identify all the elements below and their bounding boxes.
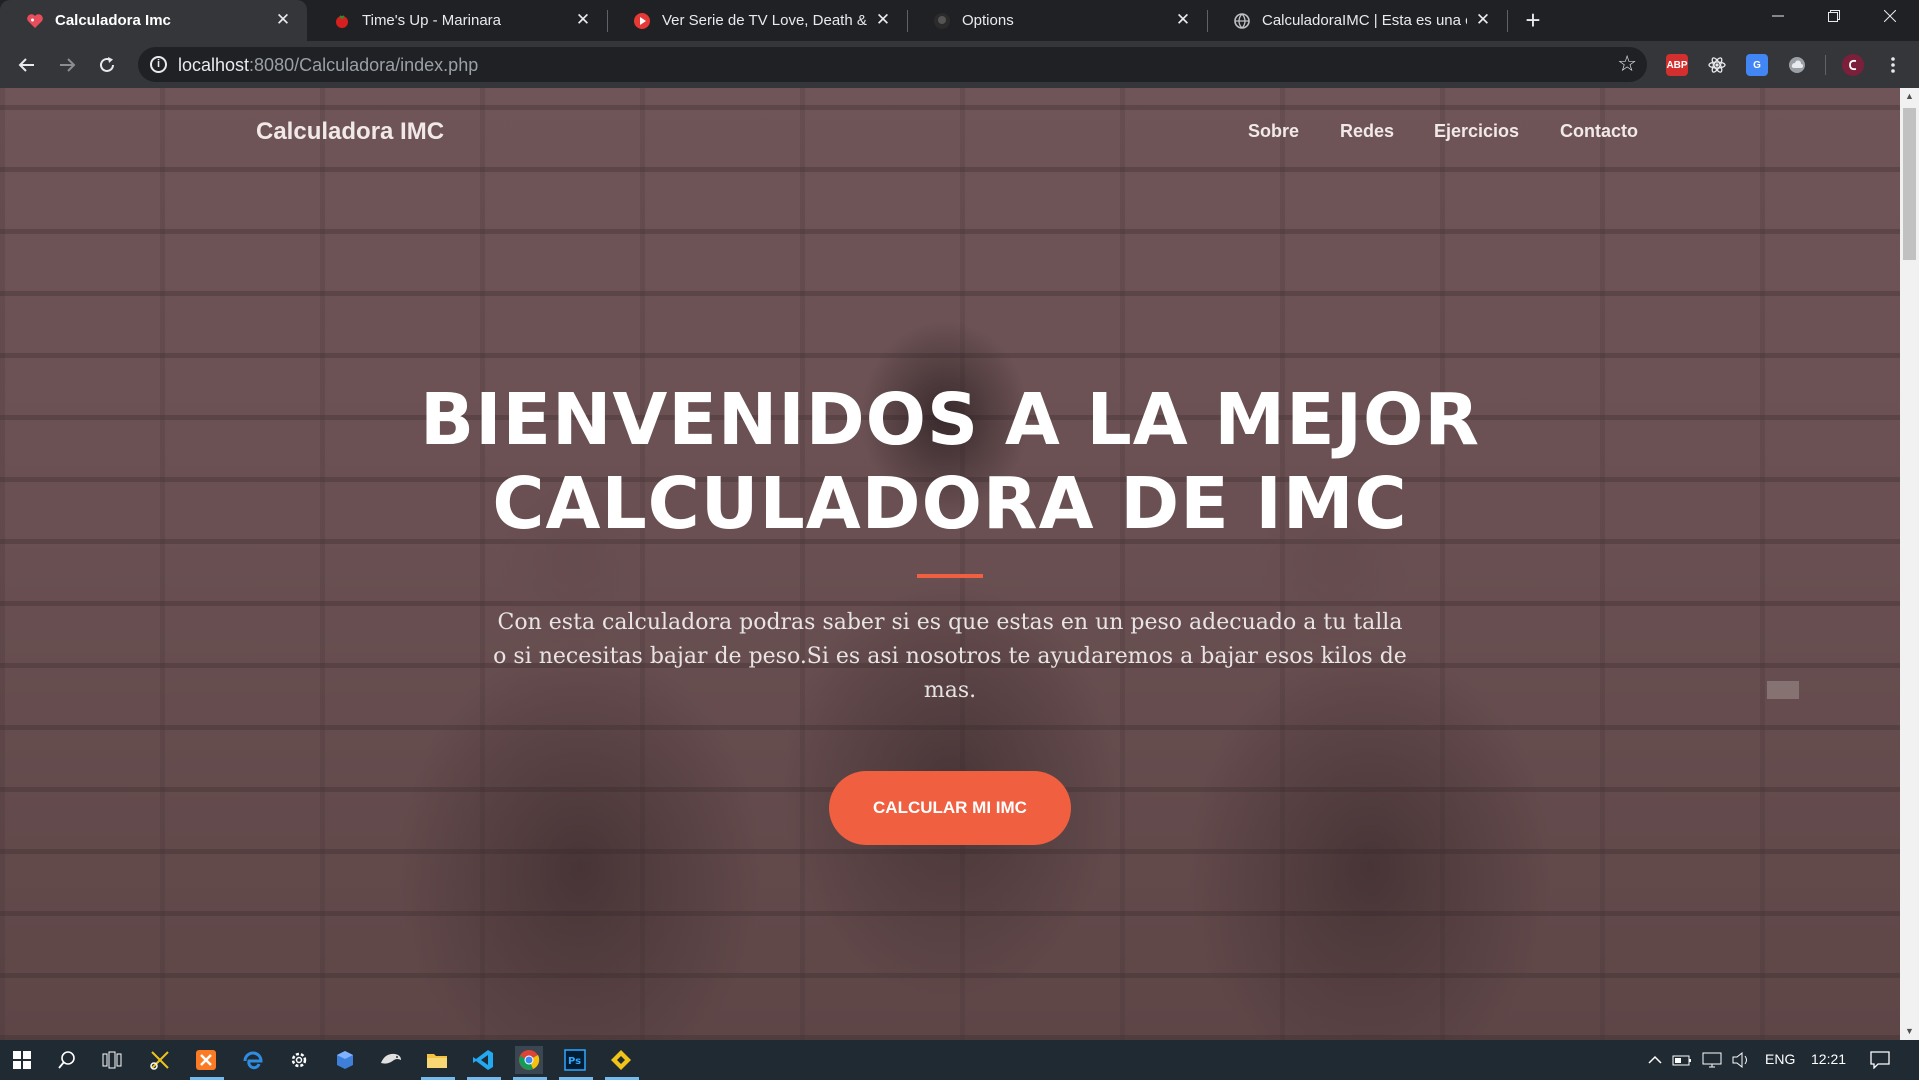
- chrome-icon[interactable]: [515, 1046, 543, 1074]
- address-bar[interactable]: i localhost:8080/Calculadora/index.php ☆: [138, 47, 1647, 82]
- volume-icon[interactable]: [1727, 1046, 1755, 1074]
- close-tab-icon[interactable]: ✕: [873, 10, 893, 30]
- address-url: localhost:8080/Calculadora/index.php: [178, 55, 478, 76]
- play-favicon-icon: [633, 12, 651, 30]
- nav-link-sobre[interactable]: Sobre: [1248, 121, 1299, 142]
- tab-title: Calculadora Imc: [55, 12, 171, 29]
- close-tab-icon[interactable]: ✕: [573, 10, 593, 30]
- snipping-tool-icon[interactable]: [146, 1046, 174, 1074]
- windows-start-icon[interactable]: [8, 1046, 36, 1074]
- tab-title: Time's Up - Marinara: [362, 12, 501, 29]
- tab-times-up[interactable]: Time's Up - Marinara ✕: [307, 0, 607, 41]
- page-scrollbar[interactable]: ▲ ▼: [1900, 88, 1919, 1040]
- cloud-extension-icon[interactable]: [1786, 54, 1808, 76]
- battery-icon[interactable]: [1668, 1046, 1696, 1074]
- windows-taskbar: Ps ENG 12:21: [0, 1040, 1919, 1080]
- tab-title: Options: [962, 12, 1014, 29]
- edge-browser-icon[interactable]: [239, 1046, 267, 1074]
- nav-link-ejercicios[interactable]: Ejercicios: [1434, 121, 1519, 142]
- react-devtools-icon[interactable]: [1706, 54, 1728, 76]
- chrome-menu-icon[interactable]: [1878, 50, 1908, 80]
- xampp-icon[interactable]: [192, 1046, 220, 1074]
- url-host: localhost: [178, 55, 250, 75]
- hero-description: Con esta calculadora podras saber si es …: [493, 610, 1407, 703]
- toolbar-separator: [1825, 55, 1826, 75]
- site-info-icon[interactable]: i: [150, 56, 167, 73]
- tab-title: CalculadoraIMC | Esta es una calc: [1262, 12, 1467, 29]
- nav-link-contacto[interactable]: Contacto: [1560, 121, 1638, 142]
- svg-text:Ps: Ps: [568, 1056, 581, 1067]
- calcular-imc-button[interactable]: CALCULAR MI IMC: [829, 771, 1071, 845]
- url-path: :8080/Calculadora/index.php: [249, 55, 479, 75]
- back-arrow-icon[interactable]: [12, 50, 42, 80]
- photoshop-icon[interactable]: Ps: [561, 1046, 589, 1074]
- tab-separator: [1507, 10, 1508, 32]
- background-artifact: [1767, 681, 1799, 699]
- vscode-icon[interactable]: [469, 1046, 497, 1074]
- action-center-icon[interactable]: [1866, 1046, 1894, 1074]
- tab-options[interactable]: Options ✕: [907, 0, 1207, 41]
- tab-title: Ver Serie de TV Love, Death & Ro: [662, 12, 867, 29]
- nav-link-redes[interactable]: Redes: [1340, 121, 1394, 142]
- tab-calculadoraimc-site[interactable]: CalculadoraIMC | Esta es una calc ✕: [1207, 0, 1507, 41]
- cube-app-icon[interactable]: [331, 1046, 359, 1074]
- browser-toolbar: i localhost:8080/Calculadora/index.php ☆…: [0, 41, 1919, 88]
- new-tab-button[interactable]: +: [1519, 6, 1547, 34]
- scrollbar-thumb[interactable]: [1903, 108, 1916, 260]
- git-kraken-icon[interactable]: [607, 1046, 635, 1074]
- github-favicon-icon: [933, 12, 951, 30]
- page-viewport: Calculadora IMC Sobre Redes Ejercicios C…: [0, 88, 1900, 1040]
- settings-gear-icon[interactable]: [285, 1046, 313, 1074]
- site-brand-link[interactable]: Calculadora IMC: [256, 118, 444, 146]
- profile-avatar-icon[interactable]: [1842, 54, 1864, 76]
- hero-title-line-1: BIENVENIDOS A LA MEJOR: [419, 378, 1481, 461]
- language-indicator[interactable]: ENG: [1765, 1051, 1795, 1067]
- hero-title: BIENVENIDOS A LA MEJOR CALCULADORA DE IM…: [350, 378, 1550, 546]
- close-tab-icon[interactable]: ✕: [273, 10, 293, 30]
- close-tab-icon[interactable]: ✕: [1173, 10, 1193, 30]
- close-tab-icon[interactable]: ✕: [1473, 10, 1493, 30]
- minimize-window-icon[interactable]: [1750, 0, 1806, 36]
- dolphin-app-icon[interactable]: [377, 1046, 405, 1074]
- system-clock[interactable]: 12:21: [1811, 1051, 1846, 1067]
- tab-calculadora-imc[interactable]: Calculadora Imc ✕: [0, 0, 307, 41]
- close-window-icon[interactable]: [1862, 0, 1918, 36]
- network-icon[interactable]: [1698, 1046, 1726, 1074]
- browser-tab-strip: Calculadora Imc ✕ Time's Up - Marinara ✕…: [0, 0, 1919, 41]
- hero-title-line-2: CALCULADORA DE IMC: [492, 462, 1408, 545]
- file-explorer-icon[interactable]: [423, 1046, 451, 1074]
- reload-icon[interactable]: [92, 50, 122, 80]
- restore-window-icon[interactable]: [1806, 0, 1862, 36]
- google-translate-icon[interactable]: G: [1746, 54, 1768, 76]
- tomato-favicon-icon: [333, 12, 351, 30]
- task-view-icon[interactable]: [98, 1046, 126, 1074]
- scroll-up-arrow-icon[interactable]: ▲: [1900, 88, 1919, 105]
- search-icon[interactable]: [53, 1046, 81, 1074]
- show-hidden-icons-chevron-icon[interactable]: [1641, 1046, 1669, 1074]
- adblock-plus-icon[interactable]: ABP: [1666, 54, 1688, 76]
- hero-divider: [917, 574, 983, 578]
- bookmark-star-icon[interactable]: ☆: [1617, 51, 1637, 77]
- scroll-down-arrow-icon[interactable]: ▼: [1900, 1023, 1919, 1040]
- globe-favicon-icon: [1233, 12, 1251, 30]
- tab-love-death-robots[interactable]: Ver Serie de TV Love, Death & Ro ✕: [607, 0, 907, 41]
- forward-arrow-icon[interactable]: [52, 50, 82, 80]
- heart-favicon-icon: [26, 12, 44, 30]
